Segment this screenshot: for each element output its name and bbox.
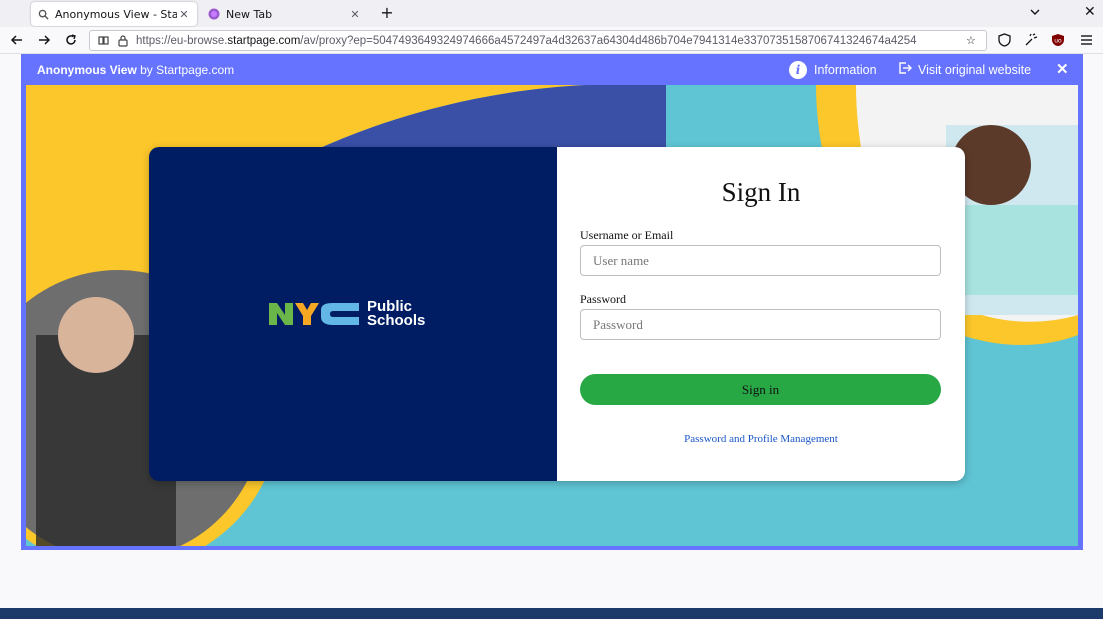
startpage-brand: Anonymous View by Startpage.com [37,63,235,77]
extension-icon[interactable] [1023,32,1039,48]
url-text: https://eu-browse.startpage.com/av/proxy… [136,34,917,47]
logo-text: Public Schools [367,299,426,329]
sign-in-button[interactable]: Sign in [580,374,941,405]
visit-original-website-button[interactable]: Visit original website [898,61,1031,78]
svg-text:uo: uo [1054,38,1062,45]
back-arrow-icon[interactable] [8,31,26,49]
forward-arrow-icon[interactable] [35,31,53,49]
username-label: Username or Email [580,228,674,242]
close-tab-icon[interactable]: ✕ [177,8,191,21]
page-content: Public Schools Sign In Username or Email… [26,85,1078,546]
visit-label: Visit original website [918,62,1032,77]
information-label: Information [814,63,877,77]
chevron-down-icon[interactable] [1028,4,1044,20]
logo-line2: Schools [367,312,426,329]
menu-icon[interactable] [1078,32,1094,48]
firefox-icon [208,8,220,20]
nyc-public-schools-logo: Public Schools [269,299,426,329]
bottom-strip [0,608,1103,619]
login-form-panel: Sign In Username or Email Password Sign … [557,147,965,481]
username-field[interactable] [580,245,941,276]
new-tab-button[interactable]: + [378,4,396,22]
lock-icon[interactable] [116,34,130,48]
url-bar[interactable]: https://eu-browse.startpage.com/av/proxy… [89,30,987,51]
information-button[interactable]: i Information [789,61,877,79]
login-card: Public Schools Sign In Username or Email… [149,147,965,481]
close-tab-icon[interactable]: ✕ [348,8,362,21]
permissions-icon[interactable] [96,34,110,48]
anonymous-view-frame: Anonymous View by Startpage.com i Inform… [21,54,1083,550]
external-link-icon [898,61,912,78]
startpage-header: Anonymous View by Startpage.com i Inform… [21,54,1083,85]
password-field[interactable] [580,309,941,340]
close-icon[interactable]: ✕ [1056,60,1069,78]
info-icon: i [789,61,807,79]
tab-title: New Tab [226,7,273,21]
page-title: Sign In [721,177,801,207]
bookmark-star-icon[interactable]: ☆ [966,34,982,47]
navigation-bar: https://eu-browse.startpage.com/av/proxy… [0,27,1103,54]
tab-new-tab[interactable]: New Tab ✕ [202,2,368,26]
shield-icon[interactable] [996,32,1012,48]
tab-title: Anonymous View - Startpage [55,7,177,21]
tab-anonymous-view[interactable]: Anonymous View - Startpage ✕ [31,2,197,26]
nyc-logo-icon [269,303,359,325]
close-window-icon[interactable]: ✕ [1084,4,1096,20]
password-profile-management-link[interactable]: Password and Profile Management [557,433,965,445]
search-icon [37,8,49,20]
password-label: Password [580,292,627,306]
tab-strip: Anonymous View - Startpage ✕ New Tab ✕ +… [0,0,1103,27]
login-card-brand-panel: Public Schools [149,147,557,481]
reload-icon[interactable] [62,31,80,49]
ublock-icon[interactable]: uo [1050,32,1066,48]
